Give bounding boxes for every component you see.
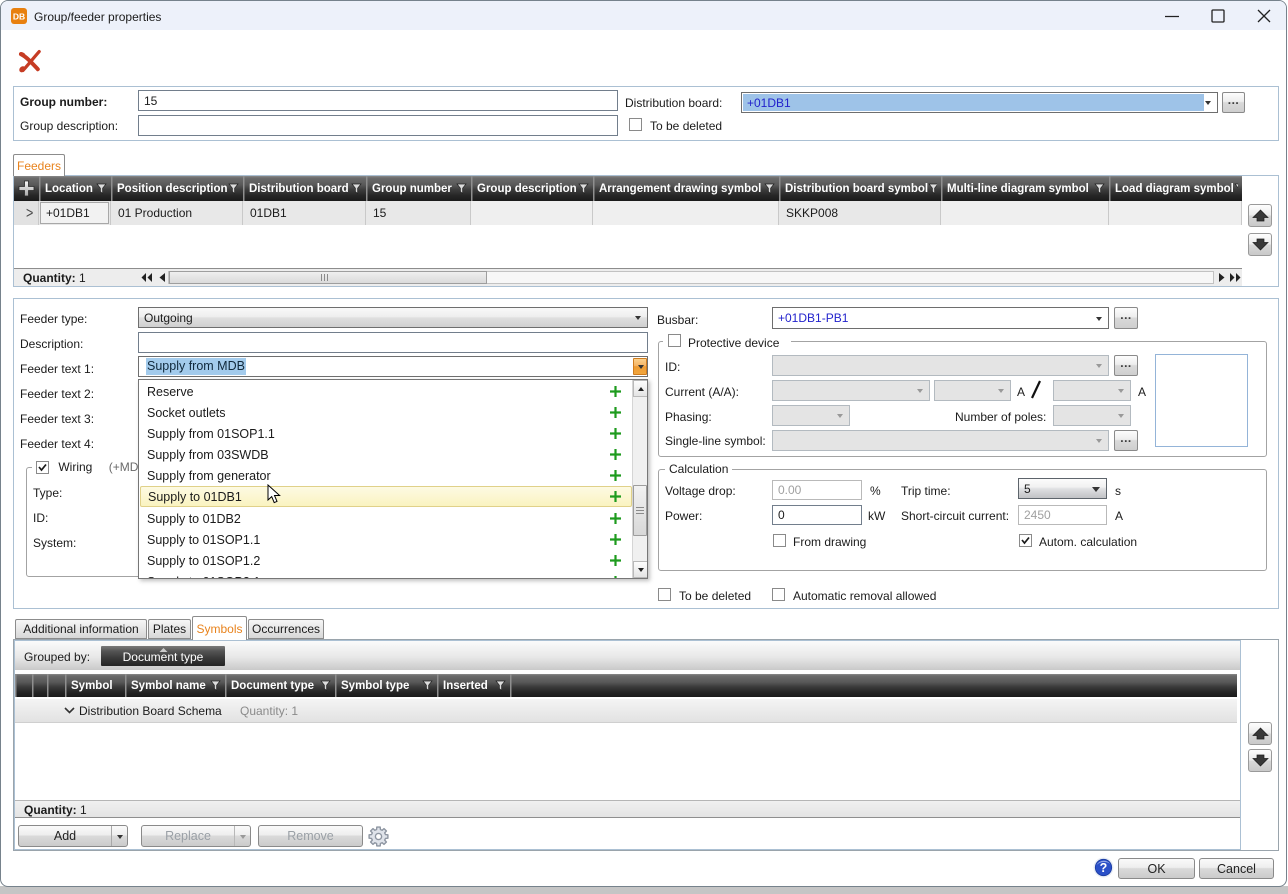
svg-text:?: ? [1100, 861, 1108, 875]
svg-text:DB: DB [13, 12, 25, 22]
